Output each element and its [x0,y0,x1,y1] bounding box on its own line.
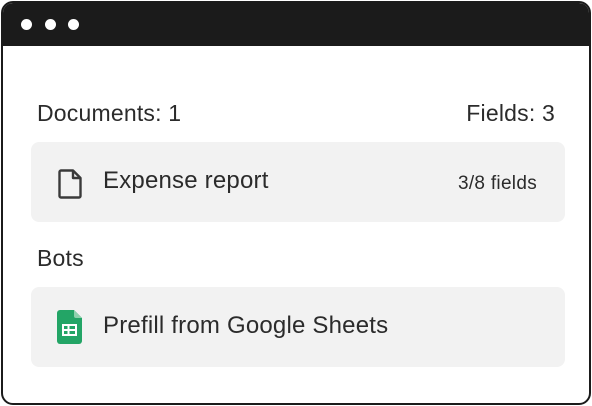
google-sheets-icon [57,310,82,344]
bots-section-title: Bots [37,245,84,271]
document-title: Expense report [103,167,269,194]
bot-title: Prefill from Google Sheets [103,312,389,339]
document-fields-count: 3/8 fields [457,173,537,194]
document-icon [58,169,82,199]
window-control-dot[interactable] [21,19,32,30]
summary-row: Documents: 1 Fields: 3 [37,100,555,130]
window-titlebar [3,3,589,46]
app-window: Documents: 1 Fields: 3 Expense report 3/… [1,1,591,405]
documents-count: Documents: 1 [37,100,182,126]
bot-card[interactable]: Prefill from Google Sheets [31,287,565,367]
fields-count: Fields: 3 [466,100,555,126]
document-card[interactable]: Expense report 3/8 fields [31,142,565,222]
window-control-dot[interactable] [68,19,79,30]
window-control-dot[interactable] [45,19,56,30]
